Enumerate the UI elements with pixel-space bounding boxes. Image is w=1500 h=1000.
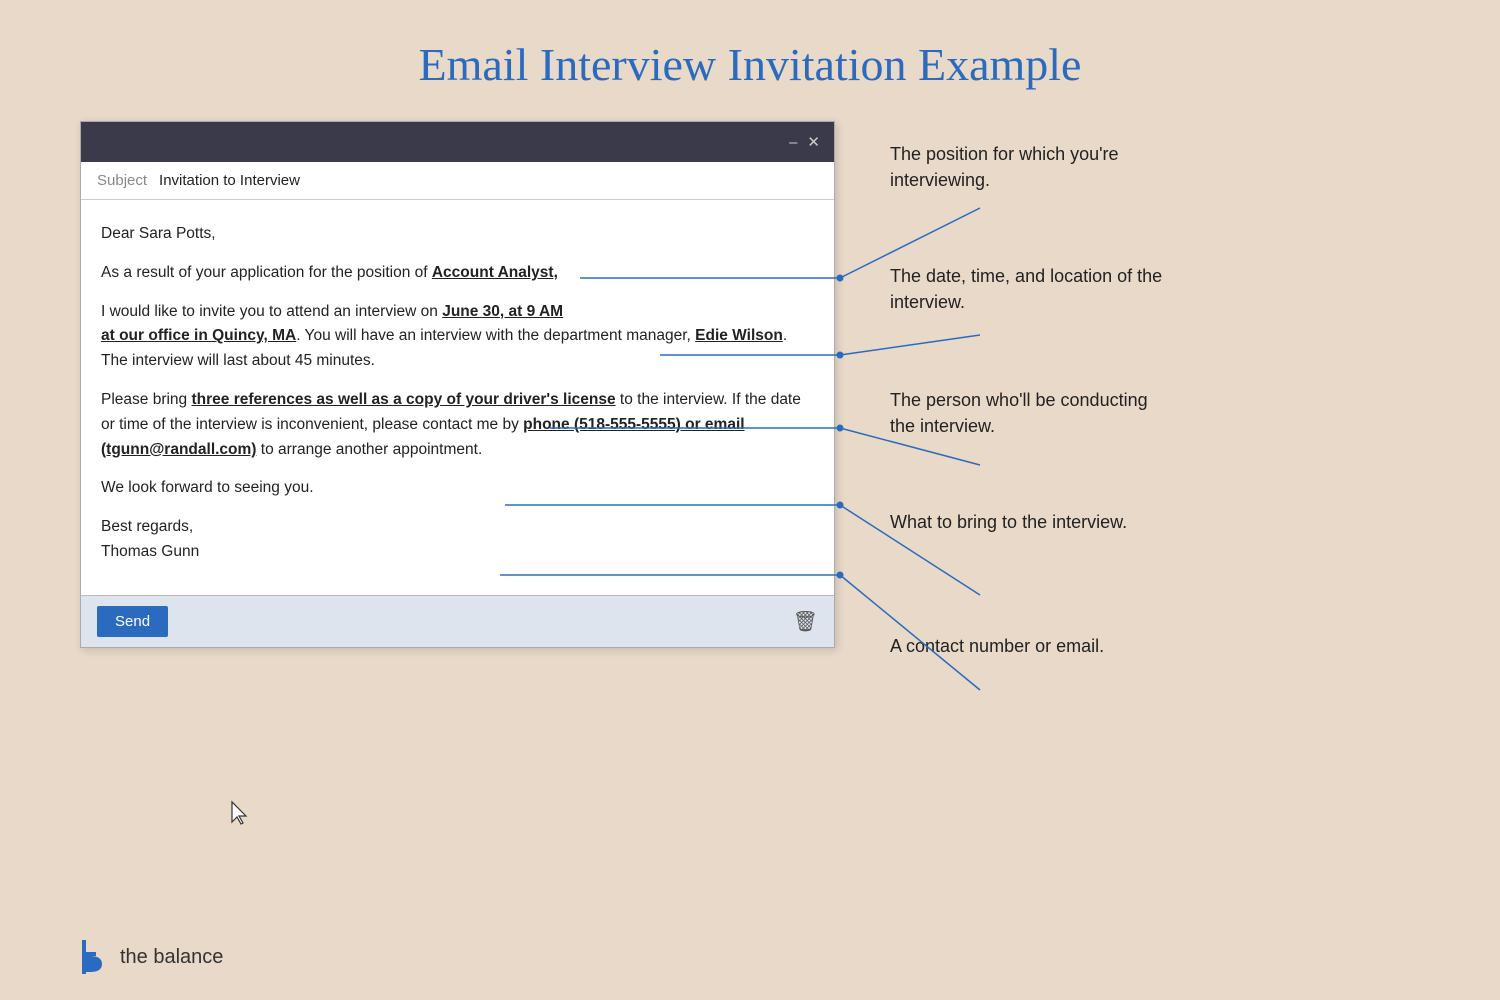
brand-logo-icon	[78, 938, 110, 976]
closing1: We look forward to seeing you.	[101, 476, 814, 501]
paragraph3-end: to arrange another appointment.	[256, 441, 482, 458]
email-body: Dear Sara Potts, As a result of your app…	[81, 200, 834, 595]
bring-highlight: three references as well as a copy of yo…	[191, 391, 615, 408]
annotation-interviewer-text: The person who'll be conducting the inte…	[890, 387, 1170, 439]
paragraph1: As a result of your application for the …	[101, 261, 814, 286]
annotation-interviewer: The person who'll be conducting the inte…	[890, 387, 1440, 467]
paragraph1-pre: As a result of your application for the …	[101, 264, 432, 281]
brand-name: the balance	[120, 946, 223, 969]
annotation-position: The position for which you're interviewi…	[890, 141, 1440, 221]
email-titlebar: – ✕	[81, 122, 834, 162]
annotation-bring: What to bring to the interview.	[890, 509, 1440, 589]
interviewer-highlight: Edie Wilson	[695, 327, 783, 344]
annotation-contact: A contact number or email.	[890, 633, 1440, 713]
annotations-panel: The position for which you're interviewi…	[835, 121, 1440, 713]
send-button[interactable]: Send	[97, 606, 168, 637]
annotation-bring-text: What to bring to the interview.	[890, 509, 1127, 535]
email-footer: Send 🗑	[81, 595, 834, 647]
email-subject-row: Subject Invitation to Interview	[81, 162, 834, 200]
annotation-position-text: The position for which you're interviewi…	[890, 141, 1170, 193]
annotation-datetime: The date, time, and location of the inte…	[890, 263, 1440, 343]
page-title: Email Interview Invitation Example	[0, 0, 1500, 121]
datetime-highlight: June 30, at 9 AM	[442, 303, 563, 320]
paragraph2: I would like to invite you to attend an …	[101, 300, 814, 374]
subject-value: Invitation to Interview	[159, 172, 300, 189]
paragraph3: Please bring three references as well as…	[101, 388, 814, 462]
mouse-cursor	[230, 800, 250, 826]
minimize-button[interactable]: –	[789, 134, 797, 151]
paragraph2-post: . You will have an interview with the de…	[296, 327, 695, 344]
paragraph3-pre: Please bring	[101, 391, 191, 408]
position-highlight: Account Analyst,	[432, 264, 558, 281]
annotation-datetime-text: The date, time, and location of the inte…	[890, 263, 1170, 315]
greeting: Dear Sara Potts,	[101, 222, 814, 247]
trash-icon[interactable]: 🗑	[793, 609, 818, 634]
subject-label: Subject	[97, 172, 147, 189]
paragraph2-pre: I would like to invite you to attend an …	[101, 303, 442, 320]
brand-footer: the balance	[78, 938, 223, 976]
sender-name: Thomas Gunn	[101, 543, 199, 560]
sign-off: Best regards,	[101, 518, 193, 535]
signoff: Best regards, Thomas Gunn	[101, 515, 814, 565]
close-button[interactable]: ✕	[807, 133, 820, 151]
annotation-contact-text: A contact number or email.	[890, 633, 1104, 659]
email-window: – ✕ Subject Invitation to Interview Dear…	[80, 121, 835, 648]
location-highlight: at our office in Quincy, MA	[101, 327, 296, 344]
